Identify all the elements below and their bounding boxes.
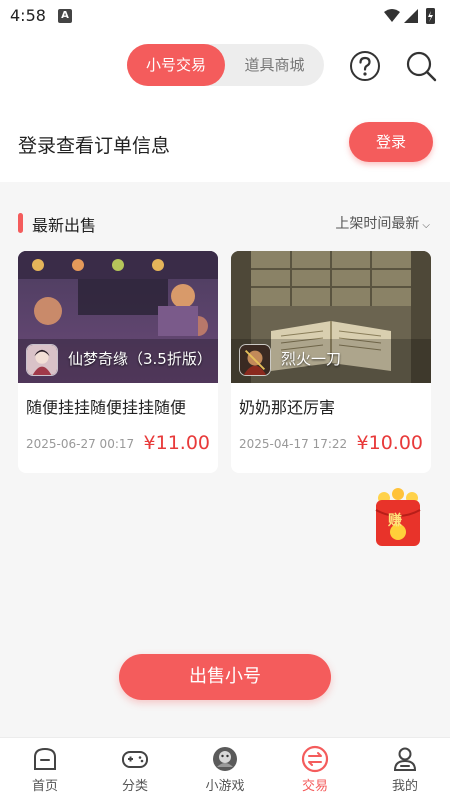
listing-price: ¥10.00 — [356, 432, 423, 454]
bottom-tab-bar: 首页 分类 小游戏 交易 我的 — [0, 737, 450, 800]
search-icon[interactable] — [404, 49, 438, 83]
section-accent-bar — [18, 213, 23, 233]
listing-card[interactable]: 烈火一刀 奶奶那还厉害 2025-04-17 17:22 ¥10.00 — [231, 251, 431, 473]
chevron-down-icon: ⌵ — [422, 220, 430, 231]
game-icon — [239, 344, 271, 376]
red-packet-promo[interactable]: 赚 — [370, 488, 426, 548]
gamepad-icon — [122, 751, 148, 768]
signal-icon — [404, 9, 418, 23]
tab-category[interactable]: 分类 — [90, 738, 180, 800]
tab-home[interactable]: 首页 — [0, 738, 90, 800]
mini-game-icon — [213, 747, 237, 771]
status-bar: 4:58 A — [0, 0, 450, 32]
listing-card[interactable]: 仙梦奇缘（3.5折版） 随便挂挂随便挂挂随便 2025-06-27 00:17 … — [18, 251, 218, 473]
tab-label: 分类 — [121, 779, 148, 794]
listing-date: 2025-06-27 00:17 — [26, 437, 135, 451]
notification-icon: A — [58, 9, 72, 23]
game-icon — [26, 344, 58, 376]
listing-price: ¥11.00 — [143, 432, 210, 454]
tab-label: 我的 — [391, 779, 418, 794]
tab-label: 首页 — [31, 779, 58, 794]
tab-item-mall[interactable]: 道具商城 — [225, 44, 324, 86]
wifi-icon — [384, 9, 400, 22]
tab-label: 交易 — [301, 779, 328, 794]
listing-date: 2025-04-17 17:22 — [239, 437, 348, 451]
tab-mine[interactable]: 我的 — [360, 738, 450, 800]
tab-account-trade[interactable]: 小号交易 — [127, 44, 225, 86]
login-prompt-text: 登录查看订单信息 — [18, 135, 171, 157]
red-packet-badge: 赚 — [388, 513, 402, 529]
sell-account-button[interactable]: 出售小号 — [119, 654, 331, 700]
tab-mini-game[interactable]: 小游戏 — [180, 738, 270, 800]
status-indicators — [384, 8, 435, 24]
game-name: 仙梦奇缘（3.5折版） — [68, 350, 212, 368]
sort-label: 上架时间最新 — [335, 216, 420, 232]
status-time: 4:58 — [10, 6, 46, 25]
game-name: 烈火一刀 — [281, 350, 342, 368]
question-circle-icon[interactable] — [348, 49, 382, 83]
listing-title: 随便挂挂随便挂挂随便 — [26, 398, 187, 417]
login-button[interactable]: 登录 — [349, 122, 433, 162]
section-title: 最新出售 — [32, 216, 97, 235]
exchange-icon — [301, 745, 329, 773]
user-icon — [393, 747, 417, 771]
tab-label: 小游戏 — [205, 779, 245, 794]
home-icon — [34, 747, 56, 770]
header: 小号交易 道具商城 登录查看订单信息 登录 — [0, 32, 450, 182]
listing-title: 奶奶那还厉害 — [239, 398, 336, 417]
sort-dropdown[interactable]: 上架时间最新 ⌵ — [335, 213, 430, 233]
mode-switch: 小号交易 道具商城 — [127, 44, 324, 86]
tab-trade[interactable]: 交易 — [270, 738, 360, 800]
